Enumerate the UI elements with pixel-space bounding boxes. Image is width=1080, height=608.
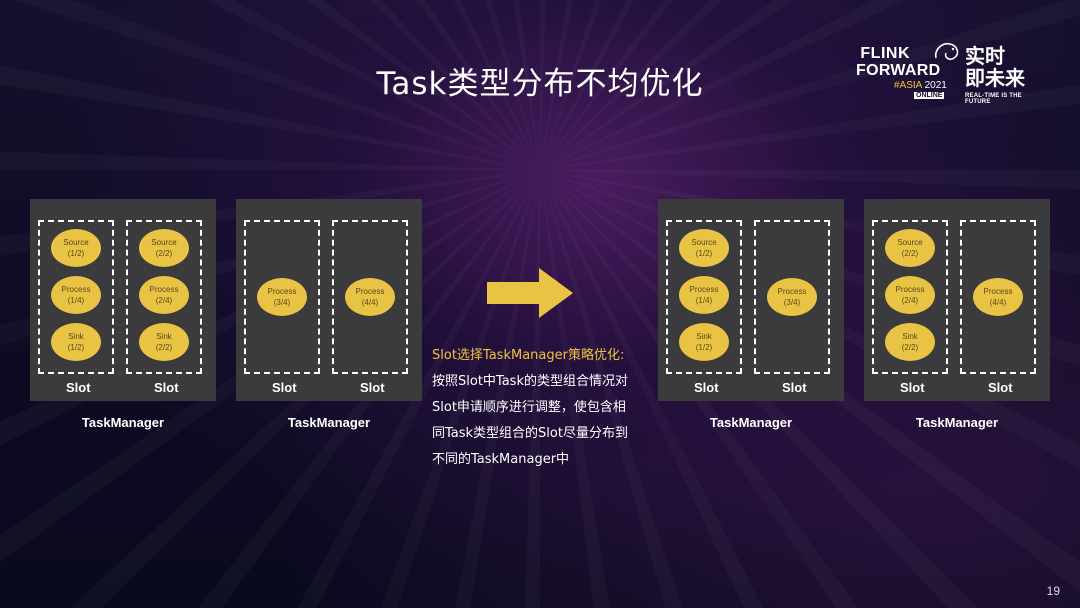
task-parallelism: (1/2): [695, 343, 713, 352]
slot-box: Process (3/4): [244, 220, 320, 374]
task-oval: Process (2/4): [139, 276, 189, 314]
slot-label: Slot: [154, 380, 179, 395]
task-parallelism: (3/4): [273, 298, 291, 307]
task-oval: Process (2/4): [885, 276, 935, 314]
task-oval: Sink (2/2): [885, 323, 935, 361]
task-name: Process: [895, 285, 925, 294]
task-parallelism: (2/2): [155, 249, 173, 258]
taskmanager-panel: Source (1/2) Process (1/4) Sink (1/2) Slot Sour…: [30, 199, 216, 401]
logo-chinese: 实时 即未来: [965, 45, 1025, 89]
task-name: Source: [151, 238, 177, 247]
task-oval: Sink (1/2): [679, 323, 729, 361]
logo-forward: FORWARD: [856, 62, 941, 79]
task-parallelism: (2/4): [155, 296, 173, 305]
task-name: Process: [689, 285, 719, 294]
task-parallelism: (2/4): [901, 296, 919, 305]
task-name: Process: [267, 287, 297, 296]
description-line: 不同的TaskManager中: [432, 452, 570, 467]
logo-asia: #ASIA 2021: [894, 80, 947, 91]
task-name: Sink: [902, 332, 918, 341]
slot-label: Slot: [694, 380, 719, 395]
task-oval: Sink (2/2): [139, 323, 189, 361]
task-name: Process: [149, 285, 179, 294]
squirrel-logo-icon: [934, 42, 959, 60]
slot-box: Source (2/2) Process (2/4) Sink (2/2): [126, 220, 202, 374]
taskmanager-panel: Process (3/4) Slot Process (4/4) Slot: [236, 199, 422, 401]
task-name: Source: [63, 238, 89, 247]
task-oval: Source (2/2): [139, 229, 189, 267]
task-oval: Process (1/4): [679, 276, 729, 314]
taskmanager-label: TaskManager: [287, 415, 371, 430]
taskmanager-label: TaskManager: [709, 415, 793, 430]
task-name: Sink: [696, 332, 712, 341]
slot-label: Slot: [272, 380, 297, 395]
task-parallelism: (4/4): [989, 298, 1007, 307]
task-parallelism: (2/2): [155, 343, 173, 352]
description-line: Slot申请顺序进行调整，使包含相: [432, 400, 626, 415]
logo-online-badge: ONLINE: [914, 92, 945, 99]
task-parallelism: (3/4): [783, 298, 801, 307]
task-name: Sink: [68, 332, 84, 341]
slot-box: Source (2/2) Process (2/4) Sink (2/2): [872, 220, 948, 374]
task-oval: Process (4/4): [973, 278, 1023, 316]
task-name: Source: [897, 238, 923, 247]
logo-tagline: REAL-TIME IS THE FUTURE: [965, 93, 1022, 105]
task-parallelism: (1/2): [67, 249, 85, 258]
task-parallelism: (4/4): [361, 298, 379, 307]
slot-label: Slot: [66, 380, 91, 395]
taskmanager-label: TaskManager: [81, 415, 165, 430]
task-oval: Sink (1/2): [51, 323, 101, 361]
slot-label: Slot: [360, 380, 385, 395]
slot-box: Process (4/4): [960, 220, 1036, 374]
logo-flink: FLINK: [860, 45, 910, 62]
page-number: 19: [1046, 584, 1060, 598]
task-name: Source: [691, 238, 717, 247]
slot-box: Process (3/4): [754, 220, 830, 374]
task-parallelism: (1/4): [695, 296, 713, 305]
task-oval: Source (1/2): [679, 229, 729, 267]
task-name: Sink: [156, 332, 172, 341]
strategy-description: Slot选择TaskManager策略优化: 按照Slot中Task的类型组合情…: [432, 343, 662, 473]
task-oval: Process (1/4): [51, 276, 101, 314]
task-parallelism: (1/2): [67, 343, 85, 352]
task-oval: Process (3/4): [257, 278, 307, 316]
slot-label: Slot: [900, 380, 925, 395]
flink-forward-logo: FLINK FORWARD #ASIA 2021 ONLINE 实时 即未来 R…: [852, 40, 1042, 108]
logo-cn-line1: 实时: [965, 44, 1005, 68]
task-name: Process: [355, 287, 385, 296]
task-name: Process: [777, 287, 807, 296]
task-name: Process: [61, 285, 91, 294]
task-parallelism: (2/2): [901, 249, 919, 258]
description-heading: Slot选择TaskManager策略优化:: [432, 348, 625, 363]
slot-box: Source (1/2) Process (1/4) Sink (1/2): [666, 220, 742, 374]
slot-box: Source (1/2) Process (1/4) Sink (1/2): [38, 220, 114, 374]
task-oval: Process (3/4): [767, 278, 817, 316]
task-parallelism: (2/2): [901, 343, 919, 352]
task-name: Process: [983, 287, 1013, 296]
task-parallelism: (1/2): [695, 249, 713, 258]
logo-year: 2021: [924, 80, 947, 91]
task-parallelism: (1/4): [67, 296, 85, 305]
task-oval: Process (4/4): [345, 278, 395, 316]
slot-box: Process (4/4): [332, 220, 408, 374]
logo-asia-text: #ASIA: [894, 80, 922, 91]
taskmanager-panel: Source (1/2) Process (1/4) Sink (1/2) Slot Proc…: [658, 199, 844, 401]
slot-label: Slot: [988, 380, 1013, 395]
right-arrow-icon: [487, 268, 573, 318]
taskmanager-panel: Source (2/2) Process (2/4) Sink (2/2) Slot Proc…: [864, 199, 1050, 401]
description-line: 同Task类型组合的Slot尽量分布到: [432, 426, 628, 441]
slot-label: Slot: [782, 380, 807, 395]
logo-cn-line2: 即未来: [965, 66, 1025, 90]
task-oval: Source (1/2): [51, 229, 101, 267]
task-oval: Source (2/2): [885, 229, 935, 267]
taskmanager-label: TaskManager: [915, 415, 999, 430]
description-line: 按照Slot中Task的类型组合情况对: [432, 374, 628, 389]
